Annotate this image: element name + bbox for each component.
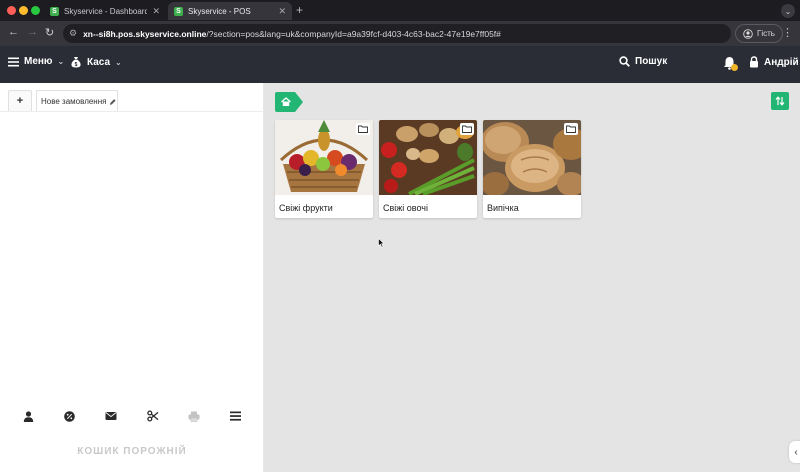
list-icon xyxy=(229,411,241,421)
category-name: Свіжі фрукти xyxy=(279,203,333,213)
forward-arrow-icon[interactable]: → xyxy=(27,26,38,38)
order-panel: + Нове замовлення КОШИК ПОРОЖНІЙ xyxy=(0,83,264,472)
profile-button[interactable]: Гість xyxy=(735,24,783,43)
browser-tab-dashboard[interactable]: S Skyservice - Dashboard ✕ xyxy=(44,2,166,20)
tab-title: Skyservice - POS xyxy=(188,6,251,16)
skyservice-favicon-icon: S xyxy=(174,6,183,16)
notification-badge xyxy=(731,64,738,71)
chevron-left-icon: ‹ xyxy=(794,446,798,458)
search-icon xyxy=(619,56,630,67)
browser-toolbar: ← → ↻ ⚙ xn--si8h.pos.skyservice.online/?… xyxy=(0,21,800,46)
search-label: Пошук xyxy=(635,56,668,67)
address-bar[interactable]: ⚙ xn--si8h.pos.skyservice.online/?sectio… xyxy=(63,24,731,43)
cash-label: Каса xyxy=(87,56,111,68)
pencil-icon[interactable] xyxy=(109,98,117,106)
folder-icon xyxy=(356,123,370,135)
profile-icon xyxy=(743,28,753,39)
svg-text:$: $ xyxy=(75,62,78,68)
money-bag-icon: $ xyxy=(71,57,81,68)
url-text: xn--si8h.pos.skyservice.online/?section=… xyxy=(83,28,501,39)
menu-button[interactable]: Меню ⌄ xyxy=(8,56,64,67)
print-button[interactable] xyxy=(186,408,202,424)
category-name: Випічка xyxy=(487,203,519,213)
collapse-panel-button[interactable]: ‹ xyxy=(789,441,800,463)
hamburger-icon xyxy=(8,57,19,66)
minimize-window-dot[interactable] xyxy=(19,6,28,15)
message-button[interactable] xyxy=(103,408,119,424)
split-order-button[interactable] xyxy=(145,408,161,424)
divider xyxy=(0,111,264,112)
close-window-dot[interactable] xyxy=(7,6,16,15)
order-menu-button[interactable] xyxy=(227,408,243,424)
search-button[interactable]: Пошук xyxy=(619,56,667,67)
discount-button[interactable] xyxy=(62,408,78,424)
home-breadcrumb-button[interactable] xyxy=(275,92,303,112)
sort-button[interactable] xyxy=(771,92,789,110)
category-card-vegetables[interactable]: Свіжі овочі xyxy=(379,120,477,218)
scissors-icon xyxy=(146,410,159,422)
new-tab-button[interactable]: + xyxy=(296,3,303,17)
category-card-bakery[interactable]: Випічка xyxy=(483,120,581,218)
category-card-fruits[interactable]: Свіжі фрукти xyxy=(275,120,373,218)
folder-icon xyxy=(460,123,474,135)
chevron-down-icon: ⌄ xyxy=(57,57,65,66)
skyservice-favicon-icon: S xyxy=(50,6,59,16)
site-info-icon[interactable]: ⚙ xyxy=(69,28,77,39)
back-arrow-icon[interactable]: ← xyxy=(8,26,19,38)
sort-arrows-icon xyxy=(775,96,785,106)
tab-search-chevron-icon[interactable]: ⌄ xyxy=(781,4,795,18)
cash-register-button[interactable]: $ Каса ⌄ xyxy=(70,56,122,68)
user-account-button[interactable]: Андрій xyxy=(749,56,799,68)
printer-icon xyxy=(188,411,200,422)
notifications-button[interactable] xyxy=(723,56,739,72)
envelope-icon xyxy=(105,412,117,420)
user-name: Андрій xyxy=(764,56,799,68)
order-tab-label: Нове замовлення xyxy=(41,97,107,106)
empty-cart-label: КОШИК ПОРОЖНІЙ xyxy=(77,446,187,457)
category-name: Свіжі овочі xyxy=(383,203,428,213)
catalog-area: Свіжі фрукти Свіжі овочі Випічка ‹ xyxy=(264,83,800,472)
browser-tab-pos[interactable]: S Skyservice - POS ✕ xyxy=(168,2,292,20)
chevron-down-icon: ⌄ xyxy=(115,57,122,67)
tab-close-icon[interactable]: ✕ xyxy=(278,6,286,17)
customer-button[interactable] xyxy=(21,408,37,424)
browser-menu-icon[interactable]: ⋮ xyxy=(782,26,793,39)
app-header: Меню ⌄ $ Каса ⌄ Пошук Андрій xyxy=(0,46,800,83)
user-icon xyxy=(23,410,34,422)
profile-label: Гість xyxy=(757,29,775,38)
order-toolbar xyxy=(0,405,264,427)
mouse-cursor-icon xyxy=(378,238,385,248)
menu-label: Меню xyxy=(24,56,53,67)
tab-close-icon[interactable]: ✕ xyxy=(152,6,160,17)
browser-tabbar: S Skyservice - Dashboard ✕ S Skyservice … xyxy=(0,0,800,21)
order-tab-new[interactable]: Нове замовлення xyxy=(36,90,118,112)
tab-title: Skyservice - Dashboard xyxy=(64,6,148,16)
folder-icon xyxy=(564,123,578,135)
lock-icon xyxy=(750,56,758,68)
add-order-button[interactable]: + xyxy=(8,90,32,112)
reload-icon[interactable]: ↻ xyxy=(45,26,54,39)
zoom-window-dot[interactable] xyxy=(31,6,40,15)
percent-icon xyxy=(64,410,76,422)
